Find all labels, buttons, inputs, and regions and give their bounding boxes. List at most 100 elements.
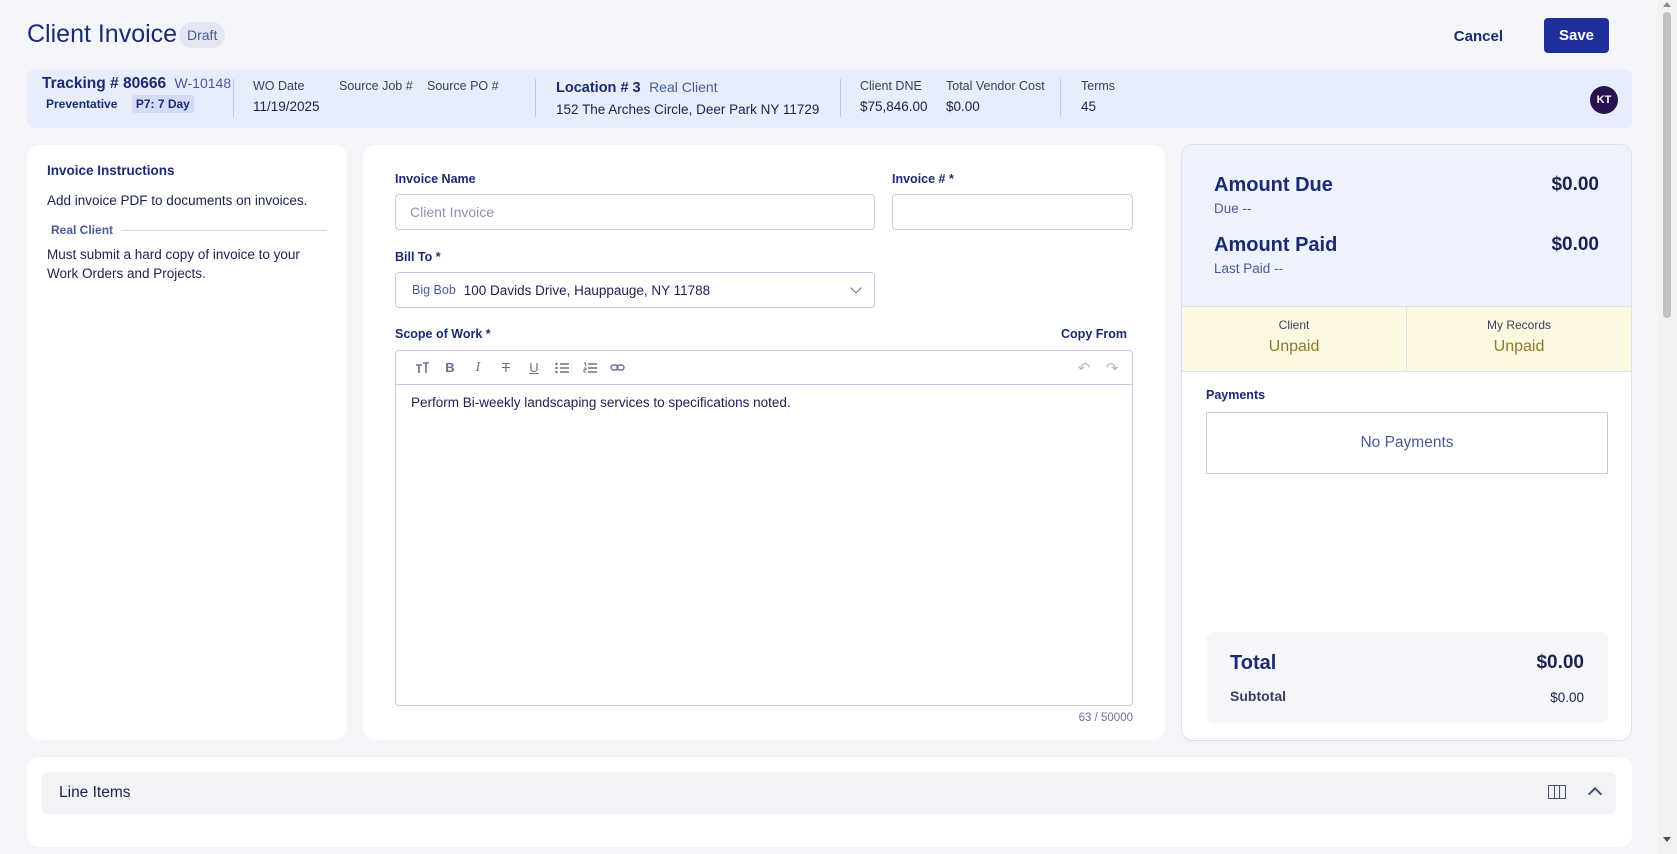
wo-date-label: WO Date [253, 79, 305, 93]
amount-paid-row: Amount Paid $0.00 Last Paid -- [1214, 234, 1599, 276]
numbered-list-icon[interactable] [576, 358, 604, 378]
columns-icon[interactable] [1548, 785, 1566, 799]
line-items-title: Line Items [59, 784, 131, 801]
divider [122, 229, 327, 231]
character-counter: 63 / 50000 [1078, 712, 1133, 724]
save-button[interactable]: Save [1544, 18, 1609, 53]
vendor-cost-label: Total Vendor Cost [946, 79, 1045, 93]
source-job-cell: Source Job # [339, 79, 413, 138]
total-value: $0.00 [1536, 652, 1584, 673]
source-po-cell: Source PO # [427, 79, 499, 138]
work-order-number[interactable]: W-10148 [175, 75, 232, 91]
amount-due-label: Amount Due [1214, 174, 1333, 196]
payments-empty: No Payments [1206, 412, 1608, 474]
location-client[interactable]: Real Client [649, 79, 717, 95]
client-status-value: Unpaid [1268, 338, 1320, 355]
page-header: Client Invoice Draft Cancel Save [27, 18, 1623, 68]
instructions-client-heading: Real Client [51, 223, 327, 237]
redo-icon[interactable]: ↷ [1098, 358, 1126, 378]
instructions-client-text: Must submit a hard copy of invoice to yo… [47, 247, 300, 281]
payments-label: Payments [1206, 388, 1266, 402]
line-items-header[interactable]: Line Items [42, 772, 1616, 814]
client-dne-value: $75,846.00 [860, 99, 928, 114]
scroll-down-arrow[interactable] [1663, 837, 1671, 842]
scope-of-work-text[interactable]: Perform Bi-weekly landscaping services t… [396, 385, 1132, 420]
avatar[interactable]: KT [1590, 86, 1618, 114]
scroll-up-arrow[interactable] [1663, 2, 1671, 7]
totals-box: Total $0.00 Subtotal $0.00 [1206, 632, 1608, 723]
chevron-up-icon[interactable] [1587, 786, 1603, 802]
location-address: 152 The Arches Circle, Deer Park NY 1172… [556, 102, 820, 117]
italic-icon[interactable]: I [464, 358, 492, 378]
page: Client Invoice Draft Cancel Save Trackin… [0, 0, 1650, 854]
bill-to-label: Bill To * [395, 250, 441, 264]
amount-due-date: Due -- [1214, 201, 1252, 216]
my-records-status: My Records Unpaid [1406, 307, 1631, 371]
payment-status-row: Client Unpaid My Records Unpaid [1182, 306, 1631, 372]
invoice-number-input[interactable] [892, 194, 1133, 230]
line-items-card: Line Items [27, 757, 1632, 847]
amount-paid-label: Amount Paid [1214, 234, 1338, 256]
divider [233, 79, 234, 117]
page-title: Client Invoice [27, 20, 178, 48]
source-po-label: Source PO # [427, 79, 499, 93]
instructions-text: Add invoice PDF to documents on invoices… [47, 193, 308, 208]
amount-summary: Amount Due $0.00 Due -- Amount Paid $0.0… [1182, 145, 1631, 307]
bill-to-address: 100 Davids Drive, Hauppauge, NY 11788 [463, 282, 711, 298]
source-job-label: Source Job # [339, 79, 413, 93]
invoice-number-label: Invoice # * [892, 172, 954, 186]
history-controls: ↶ ↷ [1070, 358, 1132, 378]
instructions-client-label: Real Client [51, 223, 114, 237]
terms-label: Terms [1081, 79, 1116, 93]
wo-date-cell: WO Date 11/19/2025 [253, 79, 320, 138]
cancel-button[interactable]: Cancel [1454, 28, 1503, 45]
bill-to-name: Big Bob [412, 283, 456, 297]
copy-from-link[interactable]: Copy From [1061, 327, 1127, 341]
strikethrough-icon[interactable]: T [492, 358, 520, 378]
amount-paid-value: $0.00 [1551, 234, 1599, 255]
bill-to-select[interactable]: Big Bob 100 Davids Drive, Hauppauge, NY … [395, 272, 875, 308]
wo-date-value: 11/19/2025 [253, 99, 320, 114]
priority-tag: P7: 7 Day [131, 95, 194, 113]
status-badge: Draft [179, 22, 226, 48]
total-label: Total [1230, 652, 1277, 674]
client-dne-cell: Client DNE $75,846.00 [860, 79, 928, 138]
invoice-name-label: Invoice Name [395, 172, 476, 186]
divider [840, 79, 841, 117]
tracking-cell: Tracking # 80666 W-10148 Preventative P7… [42, 75, 231, 134]
type-tag: Preventative [46, 97, 118, 111]
invoice-form-card: Invoice Name Invoice # * Bill To * Big B… [363, 145, 1165, 740]
amounts-card: Amount Due $0.00 Due -- Amount Paid $0.0… [1181, 144, 1632, 741]
amount-due-row: Amount Due $0.00 Due -- [1214, 174, 1599, 216]
vendor-cost-cell: Total Vendor Cost $0.00 [946, 79, 1045, 138]
invoice-name-input[interactable] [395, 194, 875, 230]
amount-last-paid: Last Paid -- [1214, 261, 1284, 276]
editor-toolbar: B I T U ↶ ↷ [396, 351, 1132, 385]
my-records-label: My Records [1486, 318, 1551, 332]
scope-of-work-editor: B I T U ↶ ↷ Perform Bi-weekly landscapin… [395, 350, 1133, 706]
terms-value: 45 [1081, 99, 1097, 114]
chevron-down-icon [850, 282, 862, 294]
text-size-icon[interactable] [408, 358, 436, 378]
location-number: Location # 3 [556, 80, 641, 96]
my-records-value: Unpaid [1493, 338, 1545, 355]
vendor-cost-value: $0.00 [946, 99, 980, 114]
instructions-title: Invoice Instructions [47, 163, 175, 178]
link-icon[interactable] [604, 358, 632, 378]
subtotal-label: Subtotal [1230, 688, 1286, 704]
undo-icon[interactable]: ↶ [1070, 358, 1098, 378]
client-status-label: Client [1278, 318, 1310, 332]
bold-icon[interactable]: B [436, 358, 464, 378]
client-dne-label: Client DNE [860, 79, 922, 93]
client-status: Client Unpaid [1182, 307, 1406, 371]
scrollbar[interactable] [1658, 0, 1677, 854]
amount-due-value: $0.00 [1551, 174, 1599, 195]
location-cell: Location # 3 Real Client 152 The Arches … [556, 79, 819, 138]
scrollbar-thumb[interactable] [1663, 12, 1671, 318]
bullet-list-icon[interactable] [548, 358, 576, 378]
invoice-instructions-card: Invoice Instructions Add invoice PDF to … [27, 145, 347, 740]
work-order-summary: Tracking # 80666 W-10148 Preventative P7… [27, 69, 1632, 128]
scope-of-work-label: Scope of Work * [395, 327, 491, 341]
underline-icon[interactable]: U [520, 358, 548, 378]
tracking-number: Tracking # 80666 [42, 75, 167, 92]
